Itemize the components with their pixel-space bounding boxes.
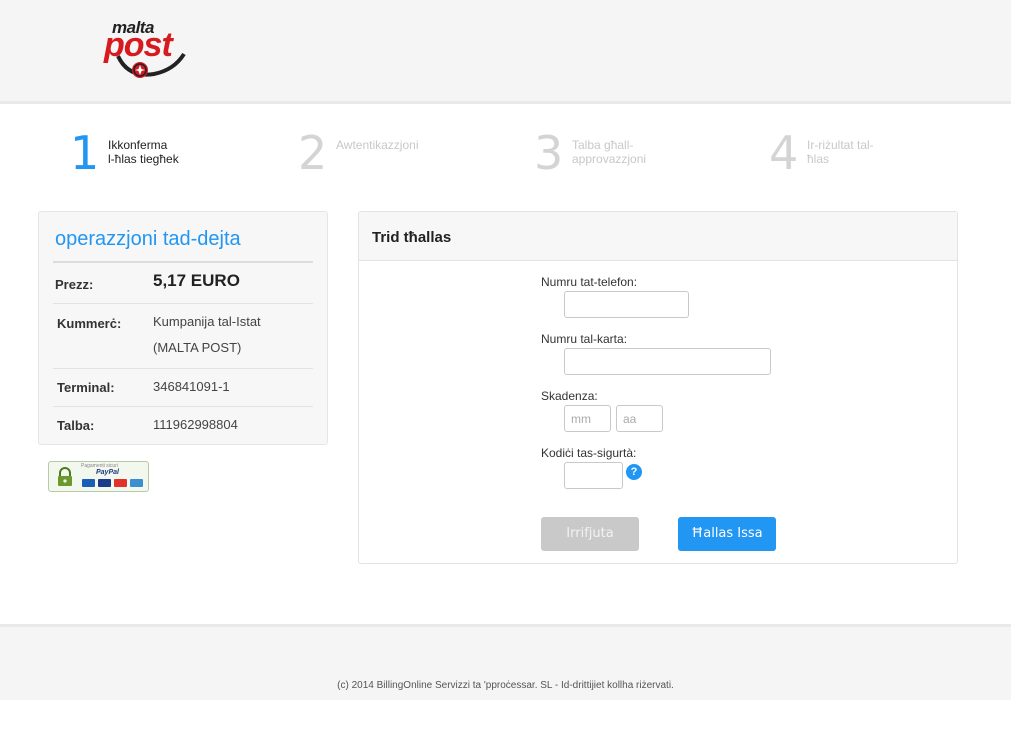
padlock-icon — [58, 467, 72, 486]
cancel-button[interactable]: Irrifjuta — [541, 517, 639, 551]
summary-title: operazzjoni tad-dejta — [55, 228, 241, 250]
step-number: 3 — [534, 126, 564, 180]
card-number-label: Numru tal-karta: — [541, 332, 628, 346]
merchant-row: Kummerċ: Kumpanija tal-Istat (MALTA POST… — [53, 304, 313, 369]
pay-now-button[interactable]: Ħallas Issa — [678, 517, 776, 551]
step-number: 4 — [769, 126, 799, 180]
phone-input[interactable] — [564, 291, 689, 318]
step-label: Ikkonferma l-ħlas tiegħek — [108, 138, 179, 166]
progress-steps: 1 Ikkonferma l-ħlas tiegħek 2 Awtentikaz… — [0, 128, 1011, 184]
card-number-input[interactable] — [564, 348, 771, 375]
paypal-logo: PayPal — [96, 469, 119, 476]
mastercard-icon — [114, 479, 127, 487]
step-label: Talba għall- approvazzjoni — [572, 138, 647, 166]
help-icon[interactable]: ? — [626, 464, 642, 480]
payment-form-title: Trid tħallas — [372, 229, 452, 246]
logo-swoosh-icon — [116, 52, 186, 78]
cvv-input[interactable] — [564, 462, 623, 489]
order-value: 111962998804 — [153, 417, 238, 432]
card-icon — [82, 479, 95, 487]
step-number: 2 — [298, 126, 328, 180]
terminal-value: 346841091-1 — [153, 379, 230, 394]
price-label: Prezz: — [55, 277, 94, 292]
page-footer: (c) 2014 BillingOnline Servizzi ta 'ppro… — [0, 624, 1011, 700]
payment-form-panel: Trid tħallas Numru tat-telefon: Numru ta… — [358, 211, 958, 564]
step-label: Awtentikazzjoni — [336, 138, 419, 152]
terminal-row: Terminal: 346841091-1 — [53, 369, 313, 407]
page-header: malta post — [0, 0, 1011, 104]
step-label: Ir-riżultat tal- ħlas — [807, 138, 874, 166]
merchant-name: Kumpanija tal-Istat — [153, 314, 261, 329]
visa-icon — [98, 479, 111, 487]
terminal-label: Terminal: — [57, 380, 115, 395]
phone-label: Numru tat-telefon: — [541, 275, 638, 289]
merchant-subname: (MALTA POST) — [153, 340, 242, 355]
transaction-summary: operazzjoni tad-dejta Prezz: 5,17 EURO K… — [38, 211, 328, 445]
order-row: Talba: 111962998804 — [53, 407, 313, 443]
summary-divider — [53, 261, 313, 263]
expiry-year-input[interactable] — [616, 405, 663, 432]
copyright-text: (c) 2014 BillingOnline Servizzi ta 'ppro… — [337, 680, 674, 691]
order-label: Talba: — [57, 418, 95, 433]
expiry-month-input[interactable] — [564, 405, 611, 432]
step-number: 1 — [70, 126, 100, 180]
expiry-label: Skadenza: — [541, 389, 598, 403]
amex-icon — [130, 479, 143, 487]
cvv-label: Kodiċi tas-sigurtà: — [541, 446, 637, 460]
price-value: 5,17 EURO — [153, 271, 240, 290]
merchant-label: Kummerċ: — [57, 316, 122, 331]
malta-post-logo: malta post — [104, 18, 188, 82]
secure-payment-badge: Pagamenti sicuri PayPal — [48, 461, 149, 492]
price-row: Prezz: 5,17 EURO — [53, 264, 313, 304]
payment-form-header: Trid tħallas — [359, 212, 957, 261]
